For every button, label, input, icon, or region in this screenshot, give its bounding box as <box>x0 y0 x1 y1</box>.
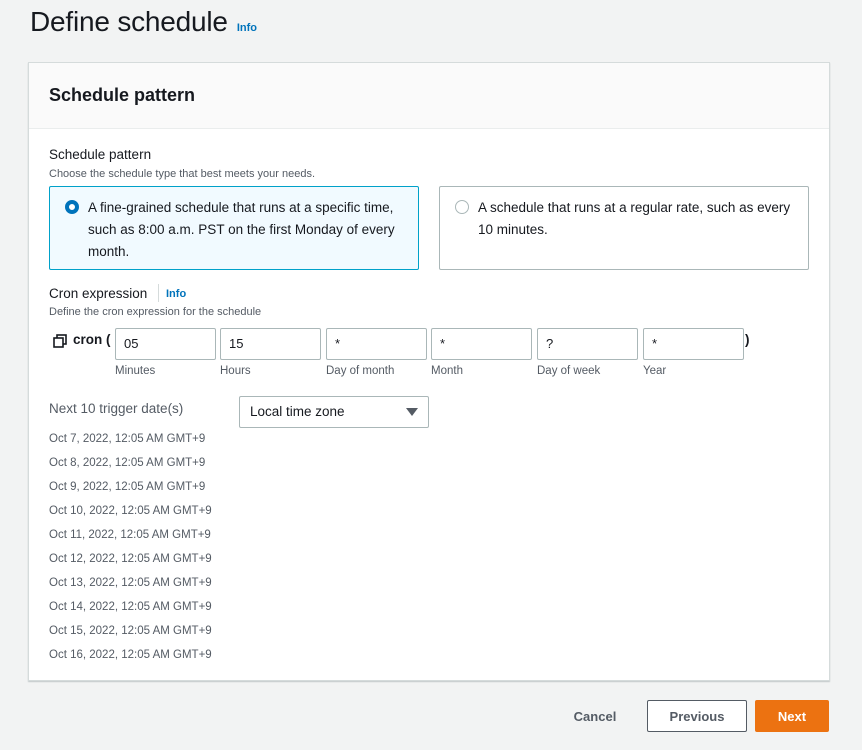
tile-rate-based-schedule[interactable]: A schedule that runs at a regular rate, … <box>439 186 809 270</box>
trigger-date: Oct 15, 2022, 12:05 AM GMT+9 <box>49 625 212 637</box>
cron-expression-label: Cron expression <box>49 286 148 301</box>
cron-expression-description: Define the cron expression for the sched… <box>49 306 262 318</box>
page-title: Define schedule <box>30 6 228 37</box>
schedule-pattern-label: Schedule pattern <box>49 147 152 162</box>
trigger-date: Oct 12, 2022, 12:05 AM GMT+9 <box>49 553 212 565</box>
cancel-button[interactable]: Cancel <box>560 700 630 732</box>
cron-prefix: cron ( <box>73 332 111 347</box>
cron-expression-row: cron ( 05 15 * * ? * ) <box>53 328 783 360</box>
container-header: Schedule pattern <box>29 63 829 129</box>
caption-minutes: Minutes <box>115 365 156 377</box>
next-button[interactable]: Next <box>755 700 829 732</box>
trigger-date: Oct 10, 2022, 12:05 AM GMT+9 <box>49 505 212 517</box>
caption-hours: Hours <box>220 365 251 377</box>
trigger-dates-label: Next 10 trigger date(s) <box>49 401 184 416</box>
caption-year: Year <box>643 365 667 377</box>
radio-rate-based[interactable] <box>455 200 469 214</box>
tile-fine-grained-text: A fine-grained schedule that runs at a s… <box>88 200 395 259</box>
timezone-select-value: Local time zone <box>250 404 345 419</box>
trigger-date: Oct 16, 2022, 12:05 AM GMT+9 <box>49 649 212 661</box>
page-header: Define schedule Info <box>30 6 257 46</box>
trigger-date: Oct 7, 2022, 12:05 AM GMT+9 <box>49 433 206 445</box>
cron-day-of-week-input[interactable]: ? <box>537 328 638 360</box>
caption-month: Month <box>431 365 463 377</box>
copy-icon[interactable] <box>53 334 67 348</box>
page-info-link[interactable]: Info <box>237 22 257 34</box>
timezone-select[interactable]: Local time zone <box>239 396 429 428</box>
container-title: Schedule pattern <box>49 85 196 105</box>
cron-info-link[interactable]: Info <box>166 288 186 300</box>
trigger-date: Oct 11, 2022, 12:05 AM GMT+9 <box>49 529 211 541</box>
caption-day-of-week: Day of week <box>537 365 601 377</box>
cron-suffix: ) <box>745 332 750 347</box>
trigger-date: Oct 9, 2022, 12:05 AM GMT+9 <box>49 481 206 493</box>
caret-down-icon <box>406 408 418 416</box>
tile-rate-based-text: A schedule that runs at a regular rate, … <box>478 200 791 237</box>
previous-button[interactable]: Previous <box>647 700 747 732</box>
cron-hours-input[interactable]: 15 <box>220 328 321 360</box>
trigger-date: Oct 14, 2022, 12:05 AM GMT+9 <box>49 601 212 613</box>
trigger-dates-list: Oct 7, 2022, 12:05 AM GMT+9 Oct 8, 2022,… <box>49 427 212 667</box>
caption-day-of-month: Day of month <box>326 365 395 377</box>
label-divider <box>158 284 159 302</box>
schedule-pattern-description: Choose the schedule type that best meets… <box>49 168 315 180</box>
cron-minutes-input[interactable]: 05 <box>115 328 216 360</box>
radio-fine-grained[interactable] <box>65 200 79 214</box>
schedule-pattern-container: Schedule pattern Schedule pattern Choose… <box>28 62 830 681</box>
trigger-date: Oct 13, 2022, 12:05 AM GMT+9 <box>49 577 212 589</box>
cron-year-input[interactable]: * <box>643 328 744 360</box>
cron-day-of-month-input[interactable]: * <box>326 328 427 360</box>
tile-fine-grained-schedule[interactable]: A fine-grained schedule that runs at a s… <box>49 186 419 270</box>
trigger-date: Oct 8, 2022, 12:05 AM GMT+9 <box>49 457 206 469</box>
cron-month-input[interactable]: * <box>431 328 532 360</box>
